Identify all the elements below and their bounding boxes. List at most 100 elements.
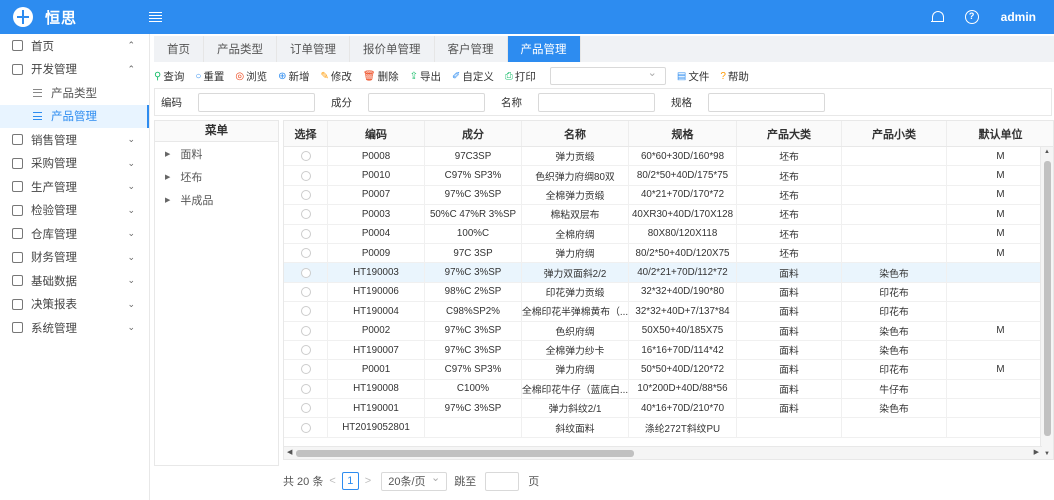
table-row[interactable]: P0009 97C 3SP 弹力府绸 80/2*50+40D/120X75 坯布 M [284, 243, 1053, 264]
bell-icon[interactable] [930, 10, 944, 24]
scroll-up-icon[interactable]: ▲ [1044, 149, 1050, 155]
tab[interactable]: 产品管理 [507, 36, 581, 62]
caret-right-icon[interactable]: ▶ [165, 196, 170, 204]
help-circle-icon[interactable]: ? [964, 10, 979, 24]
table-row[interactable]: HT190004 C98%SP2% 全棉印花半弹棉黄布（... 32*32+40D+7… [284, 302, 1053, 322]
select-cell[interactable] [284, 399, 328, 418]
sidebar-item[interactable]: 仓库管理 ⌄ [0, 222, 149, 246]
table-row[interactable]: HT190008 C100% 全棉印花牛仔（蓝底白... 10*200D+40D/88… [284, 379, 1053, 400]
tree-node[interactable]: ▶ 面料 [155, 142, 278, 165]
table-row[interactable]: HT190007 97%C 3%SP 全棉弹力纱卡 16*16+70D/114*42 面… [284, 340, 1053, 361]
sidebar-subitem[interactable]: 产品类型 [0, 81, 149, 105]
column-header[interactable]: 成分 [425, 121, 522, 146]
tree-node[interactable]: ▶ 坯布 [155, 165, 278, 188]
column-header[interactable]: 选择 [284, 121, 328, 146]
row-radio[interactable] [300, 151, 311, 162]
help-button[interactable]: ? 帮助 [720, 69, 749, 84]
sidebar-item[interactable]: 首页 ⌃ [0, 34, 149, 58]
column-header[interactable]: 编码 [328, 121, 425, 146]
select-cell[interactable] [284, 166, 328, 185]
select-cell[interactable] [284, 185, 328, 205]
row-radio[interactable] [300, 189, 311, 200]
custom-button[interactable]: ✐ 自定义 [452, 69, 494, 84]
row-radio[interactable] [300, 364, 311, 375]
prev-page-button[interactable]: < [329, 475, 335, 487]
column-header[interactable]: 产品小类 [842, 121, 947, 146]
column-header[interactable]: 规格 [629, 121, 737, 146]
menu-collapse-icon[interactable] [149, 11, 163, 23]
tab[interactable]: 报价单管理 [350, 36, 435, 62]
select-cell[interactable] [284, 340, 328, 360]
next-page-button[interactable]: > [365, 475, 371, 487]
search-input[interactable] [368, 92, 485, 112]
caret-right-icon[interactable]: ▶ [165, 173, 170, 181]
select-cell[interactable] [284, 302, 328, 321]
sidebar-item[interactable]: 基础数据 ⌄ [0, 269, 149, 293]
search-input[interactable] [198, 92, 315, 112]
column-header[interactable]: 默认单位 [947, 121, 1053, 146]
row-radio[interactable] [300, 383, 311, 394]
row-radio[interactable] [300, 422, 311, 433]
sidebar-item[interactable]: 采购管理 ⌄ [0, 152, 149, 176]
search-input[interactable] [708, 92, 825, 112]
scroll-down-icon[interactable]: ▼ [1044, 451, 1050, 457]
username[interactable]: admin [1001, 10, 1036, 24]
row-radio[interactable] [300, 228, 311, 239]
scroll-thumb[interactable] [1044, 161, 1051, 436]
add-button[interactable]: ⊕ 新增 [278, 69, 309, 84]
tree-node[interactable]: ▶ 半成品 [155, 188, 278, 211]
row-radio[interactable] [300, 306, 311, 317]
table-row[interactable]: P0010 C97% SP3% 色织弹力府绸80双 80/2*50+40D/175*7… [284, 166, 1053, 186]
file-button[interactable]: ▤ 文件 [677, 69, 709, 84]
select-cell[interactable] [284, 360, 328, 379]
caret-right-icon[interactable]: ▶ [165, 150, 170, 158]
table-row[interactable]: HT190001 97%C 3%SP 弹力斜纹2/1 40*16+70D/210*70… [284, 399, 1053, 419]
sidebar-item[interactable]: 生产管理 ⌄ [0, 175, 149, 199]
select-cell[interactable] [284, 147, 328, 166]
horizontal-scrollbar[interactable]: ◀ ▶ [284, 446, 1042, 459]
row-radio[interactable] [300, 248, 311, 259]
table-row[interactable]: HT190003 97%C 3%SP 弹力双面斜2/2 40/2*21+70D/112… [284, 263, 1053, 283]
page-number-button[interactable]: 1 [341, 472, 359, 490]
vertical-scrollbar[interactable]: ▲ ▼ [1040, 147, 1053, 459]
row-radio[interactable] [300, 267, 311, 278]
sidebar-subitem[interactable]: 产品管理 [0, 104, 149, 128]
search-button[interactable]: ⚲ 查询 [154, 69, 184, 84]
row-radio[interactable] [300, 286, 311, 297]
eye-button[interactable]: ◎ 浏览 [235, 69, 267, 84]
reset-button[interactable]: ○ 重置 [195, 69, 224, 84]
sidebar-item[interactable]: 财务管理 ⌄ [0, 246, 149, 270]
select-cell[interactable] [284, 243, 328, 263]
select-cell[interactable] [284, 263, 328, 282]
row-radio[interactable] [300, 345, 311, 356]
jump-page-input[interactable] [485, 471, 520, 491]
sidebar-item[interactable]: 系统管理 ⌄ [0, 316, 149, 340]
sidebar-item[interactable]: 决策报表 ⌄ [0, 293, 149, 317]
trash-button[interactable]: 🗑 删除 [363, 69, 399, 84]
sidebar-item[interactable]: 检验管理 ⌄ [0, 199, 149, 223]
select-cell[interactable] [284, 321, 328, 340]
search-input[interactable] [538, 92, 655, 112]
sidebar-item[interactable]: 销售管理 ⌄ [0, 128, 149, 152]
table-row[interactable]: HT190006 98%C 2%SP 印花弹力贡缎 32*32+40D/190*80 面… [284, 282, 1053, 303]
select-cell[interactable] [284, 379, 328, 399]
tab[interactable]: 首页 [154, 36, 204, 62]
row-radio[interactable] [300, 325, 311, 336]
tab[interactable]: 订单管理 [277, 36, 350, 62]
row-radio[interactable] [300, 209, 311, 220]
table-row[interactable]: HT2019052801 斜纹面料 涤纶272T斜纹PU [284, 418, 1053, 438]
tab[interactable]: 产品类型 [204, 36, 277, 62]
scroll-right-icon[interactable]: ▶ [1034, 448, 1039, 456]
select-cell[interactable] [284, 224, 328, 243]
export-button[interactable]: ⇪ 导出 [410, 69, 441, 84]
table-row[interactable]: P0003 50%C 47%R 3%SP 棉粘双层布 40XR30+40D/170X1… [284, 205, 1053, 225]
table-row[interactable]: P0004 100%C 全棉府绸 80X80/120X118 坯布 M [284, 224, 1053, 244]
table-row[interactable]: P0007 97%C 3%SP 全棉弹力贡缎 40*21+70D/170*72 坯布 M [284, 185, 1053, 206]
column-header[interactable]: 产品大类 [737, 121, 842, 146]
page-size-select[interactable]: 20条/页 [381, 471, 448, 491]
column-header[interactable]: 名称 [522, 121, 629, 146]
row-radio[interactable] [300, 170, 311, 181]
select-cell[interactable] [284, 282, 328, 302]
select-cell[interactable] [284, 418, 328, 437]
table-row[interactable]: P0008 97C3SP 弹力贡缎 60*60+30D/160*98 坯布 M [284, 147, 1053, 167]
